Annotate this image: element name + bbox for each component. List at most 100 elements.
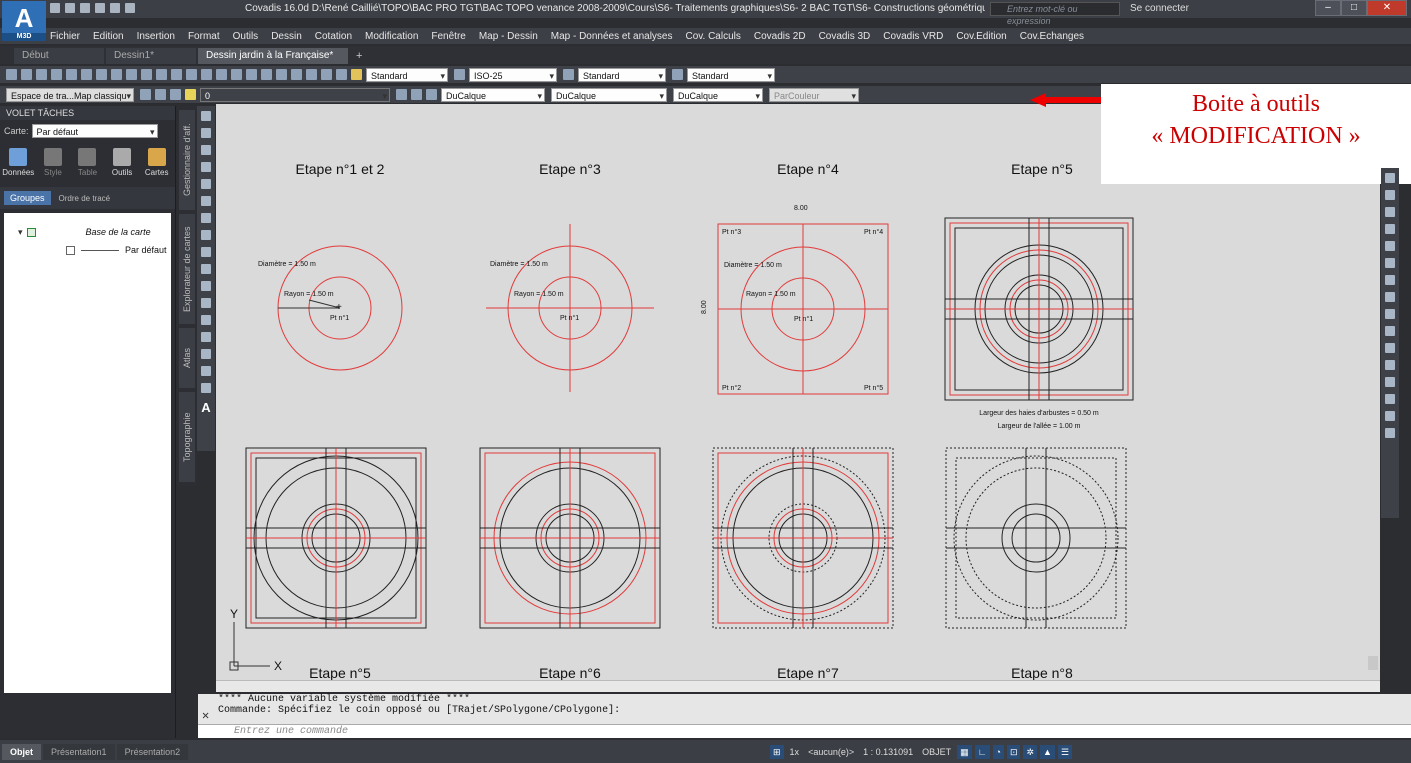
dim-style-select[interactable]: ISO-25 bbox=[469, 67, 557, 82]
circle-icon[interactable] bbox=[201, 213, 211, 223]
drawing-svg[interactable]: Etape n°1 et 2 Etape n°3 Etape n°4 Etape… bbox=[216, 104, 1380, 680]
tab-presentation2[interactable]: Présentation2 bbox=[116, 743, 189, 760]
layer-manager-icon[interactable] bbox=[170, 89, 181, 100]
carte-select[interactable]: Par défaut bbox=[31, 124, 158, 138]
redo-icon[interactable] bbox=[171, 69, 182, 80]
offset-icon[interactable] bbox=[1385, 224, 1395, 234]
design-center-icon[interactable] bbox=[261, 69, 272, 80]
menu-covadis-3d[interactable]: Covadis 3D bbox=[819, 31, 871, 42]
stretch-icon[interactable] bbox=[1385, 309, 1395, 319]
redo-icon[interactable] bbox=[110, 3, 120, 13]
polyline-icon[interactable] bbox=[201, 145, 211, 155]
gear-icon[interactable] bbox=[140, 89, 151, 100]
menu-dessin[interactable]: Dessin bbox=[271, 31, 302, 42]
ordre-trace-button[interactable]: Ordre de tracé bbox=[59, 194, 111, 203]
menu-covadis-vrd[interactable]: Covadis VRD bbox=[883, 31, 943, 42]
mirror-icon[interactable] bbox=[1385, 207, 1395, 217]
search-input[interactable]: Entrez mot-clé ou expression bbox=[990, 2, 1120, 26]
layer-select[interactable]: 0 bbox=[200, 87, 390, 102]
open-icon[interactable] bbox=[21, 69, 32, 80]
workspace-icon[interactable]: ▲ bbox=[1040, 745, 1055, 759]
objet-toggle[interactable]: OBJET bbox=[919, 745, 954, 759]
gear-icon[interactable]: ✲ bbox=[1023, 745, 1038, 759]
undo-icon[interactable] bbox=[156, 69, 167, 80]
grid-icon[interactable]: ▦ bbox=[957, 745, 972, 759]
tree-child[interactable]: Par défaut bbox=[4, 241, 171, 259]
rotate-icon[interactable] bbox=[1385, 275, 1395, 285]
menu-modification[interactable]: Modification bbox=[365, 31, 418, 42]
plotstyle-select[interactable]: ParCouleur bbox=[769, 87, 859, 102]
menu-format[interactable]: Format bbox=[188, 31, 220, 42]
copy-icon[interactable] bbox=[111, 69, 122, 80]
tab-debut[interactable]: Début bbox=[14, 48, 104, 64]
arc-icon[interactable] bbox=[201, 196, 211, 206]
outils-button[interactable]: Outils bbox=[106, 148, 139, 177]
trim-icon[interactable] bbox=[1385, 326, 1395, 336]
workspace-icon[interactable] bbox=[155, 89, 166, 100]
drawing-area[interactable]: Etape n°1 et 2 Etape n°3 Etape n°4 Etape… bbox=[216, 104, 1380, 690]
line-icon[interactable] bbox=[201, 111, 211, 121]
table-icon[interactable] bbox=[201, 383, 211, 393]
tab-dessin-jardin[interactable]: Dessin jardin à la Française* bbox=[198, 48, 348, 64]
markup-icon[interactable] bbox=[306, 69, 317, 80]
visibility-checkbox[interactable] bbox=[66, 245, 75, 255]
print-icon[interactable] bbox=[51, 69, 62, 80]
zoom-previous-icon[interactable] bbox=[231, 69, 242, 80]
horizontal-scrollbar[interactable] bbox=[216, 680, 1380, 692]
annotation-visibility[interactable]: <aucun(e)> bbox=[805, 745, 857, 759]
table-style-select[interactable]: Standard bbox=[578, 67, 666, 82]
model-space-icon[interactable]: ⊞ bbox=[770, 745, 784, 759]
table-button[interactable]: Table bbox=[71, 148, 104, 177]
menu-map-donnees[interactable]: Map - Données et analyses bbox=[551, 31, 673, 42]
new-icon[interactable] bbox=[50, 3, 60, 13]
close-icon[interactable]: ✕ bbox=[202, 708, 209, 723]
block-icon[interactable] bbox=[201, 281, 211, 291]
scrollbar-thumb[interactable] bbox=[1368, 656, 1378, 670]
color-select[interactable]: DuCalque bbox=[441, 87, 545, 102]
rectangle-icon[interactable] bbox=[201, 179, 211, 189]
linetype-select[interactable]: DuCalque bbox=[551, 87, 667, 102]
join-icon[interactable] bbox=[1385, 377, 1395, 387]
save-icon[interactable] bbox=[80, 3, 90, 13]
publish-icon[interactable] bbox=[81, 69, 92, 80]
maximize-button[interactable]: □ bbox=[1341, 0, 1367, 16]
new-icon[interactable] bbox=[6, 69, 17, 80]
spline-icon[interactable] bbox=[201, 247, 211, 257]
tab-topographie[interactable]: Topographie bbox=[179, 392, 195, 482]
menu-outils[interactable]: Outils bbox=[233, 31, 259, 42]
hatch-icon[interactable] bbox=[201, 332, 211, 342]
extend-icon[interactable] bbox=[1385, 343, 1395, 353]
layer-state-icon[interactable] bbox=[426, 89, 437, 100]
menu-insertion[interactable]: Insertion bbox=[137, 31, 175, 42]
tab-explorateur[interactable]: Explorateur de cartes bbox=[179, 214, 195, 324]
annotation-scale[interactable]: 1x bbox=[787, 745, 803, 759]
menu-map-dessin[interactable]: Map - Dessin bbox=[479, 31, 538, 42]
break-icon[interactable] bbox=[1385, 360, 1395, 370]
menu-edition[interactable]: Edition bbox=[93, 31, 124, 42]
minimize-button[interactable]: – bbox=[1315, 0, 1341, 16]
expand-icon[interactable]: ▾ bbox=[18, 227, 23, 238]
preview-icon[interactable] bbox=[66, 69, 77, 80]
properties-icon[interactable] bbox=[246, 69, 257, 80]
command-input[interactable]: Entrez une commande bbox=[198, 724, 1411, 738]
menu-cotation[interactable]: Cotation bbox=[315, 31, 352, 42]
tab-gestionnaire[interactable]: Gestionnaire d'aff. bbox=[179, 110, 195, 210]
tree-root[interactable]: ▾ Base de la carte bbox=[4, 223, 171, 241]
menu-icon[interactable]: ☰ bbox=[1057, 745, 1073, 759]
app-logo[interactable]: A M3D bbox=[2, 1, 46, 41]
tab-dessin1[interactable]: Dessin1* bbox=[106, 48, 196, 64]
style-button[interactable]: Style bbox=[37, 148, 70, 177]
close-button[interactable]: ✕ bbox=[1367, 0, 1407, 16]
pan-icon[interactable] bbox=[186, 69, 197, 80]
lineweight-select[interactable]: DuCalque bbox=[673, 87, 763, 102]
ortho-icon[interactable]: ∟ bbox=[974, 745, 990, 759]
help-icon[interactable] bbox=[336, 69, 347, 80]
mtext-icon[interactable]: A bbox=[197, 400, 215, 415]
gradient-icon[interactable] bbox=[201, 349, 211, 359]
construction-line-icon[interactable] bbox=[201, 128, 211, 138]
ellipse-icon[interactable] bbox=[201, 264, 211, 274]
undo-icon[interactable] bbox=[95, 3, 105, 13]
move-icon[interactable] bbox=[1385, 258, 1395, 268]
match-icon[interactable] bbox=[141, 69, 152, 80]
new-tab-icon[interactable]: + bbox=[350, 48, 368, 64]
